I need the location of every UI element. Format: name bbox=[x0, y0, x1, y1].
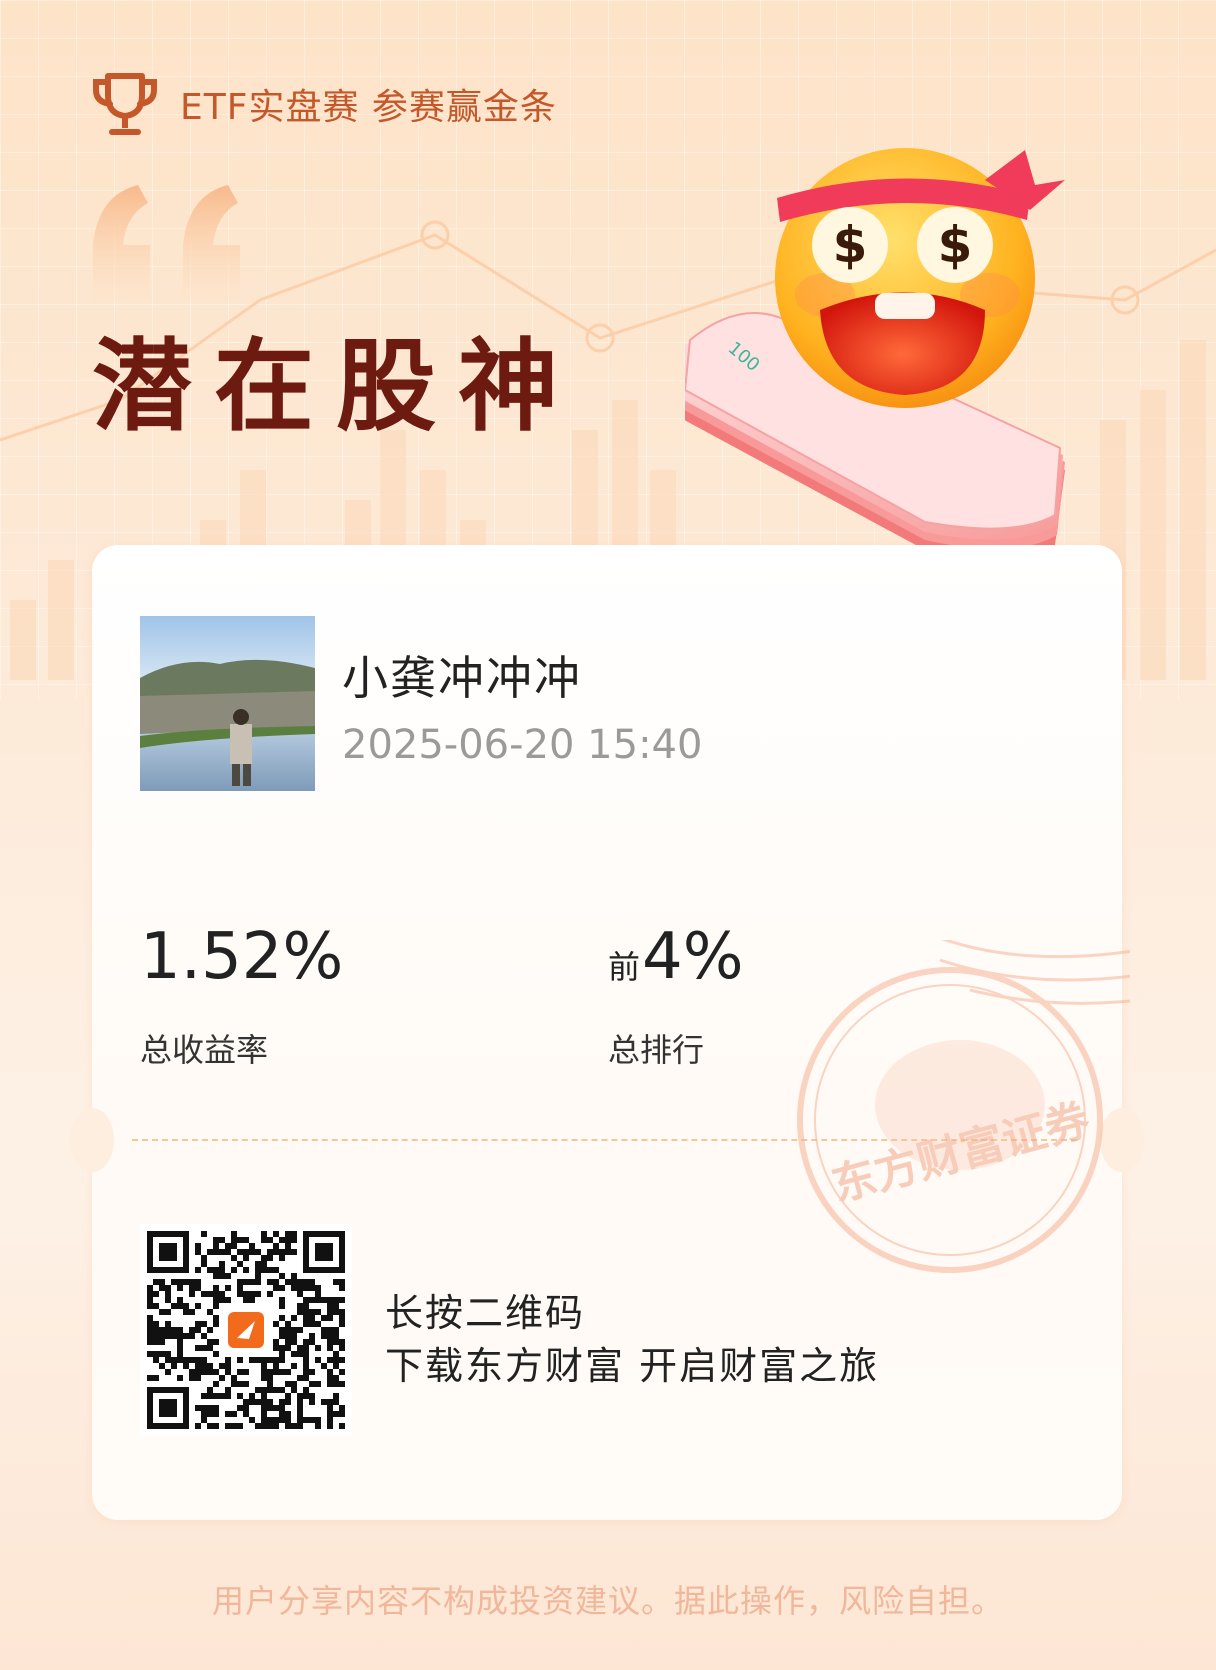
trophy-icon bbox=[93, 73, 157, 135]
qr-code[interactable] bbox=[140, 1224, 352, 1436]
dollar-eye-right: $ bbox=[938, 216, 973, 274]
total-return-value: 1.52% bbox=[140, 920, 344, 994]
seal-stamp: 东方财富证券 bbox=[797, 940, 1130, 1273]
header: ETF实盘赛 参赛赢金条 bbox=[90, 72, 557, 136]
rank-percent: 4% bbox=[642, 920, 744, 994]
cta-line-1: 长按二维码 bbox=[385, 1291, 586, 1335]
total-rank-label: 总排行 bbox=[608, 1031, 705, 1069]
qr-code-image bbox=[147, 1231, 345, 1429]
avatar[interactable] bbox=[140, 616, 315, 791]
card-notch-left bbox=[70, 1108, 114, 1172]
share-datetime: 2025-06-20 15:40 bbox=[342, 722, 703, 768]
avatar-photo bbox=[140, 616, 315, 791]
cta-line-2: 下载东方财富 开启财富之旅 bbox=[385, 1344, 880, 1388]
header-text: ETF实盘赛 参赛赢金条 bbox=[180, 87, 557, 128]
username: 小龚冲冲冲 bbox=[342, 651, 582, 705]
disclaimer: 用户分享内容不构成投资建议。据此操作，风险自担。 bbox=[211, 1582, 1004, 1620]
quote-mark-icon bbox=[93, 185, 240, 300]
total-rank-value: 前4% bbox=[608, 920, 744, 994]
dollar-eye-left: $ bbox=[833, 216, 868, 274]
rank-prefix: 前 bbox=[608, 948, 641, 986]
money-emoji-illustration: 100 $ $ bbox=[685, 148, 1065, 559]
page-title: 潜在股神 bbox=[92, 327, 580, 445]
total-return-label: 总收益率 bbox=[140, 1031, 269, 1069]
